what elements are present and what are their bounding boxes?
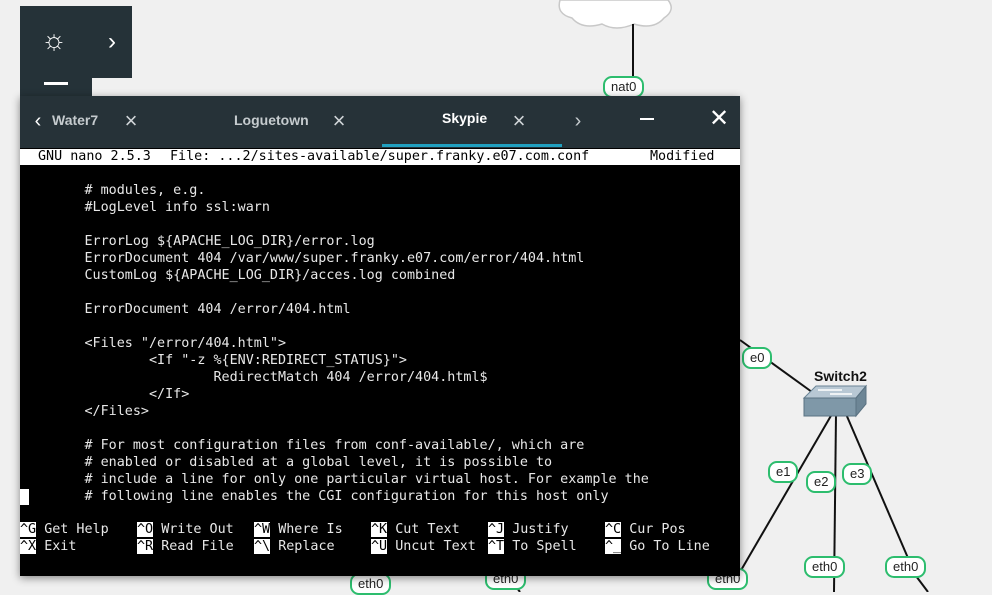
editor-line: </Files>	[20, 404, 149, 419]
editor-line: CustomLog ${APACHE_LOG_DIR}/acces.log co…	[20, 268, 456, 283]
port-label-nat0[interactable]: nat0	[603, 76, 645, 98]
link-e1	[739, 413, 833, 573]
shortcut-to-spell[interactable]: ^T To Spell	[488, 538, 577, 555]
port-label-e1[interactable]: e1	[768, 461, 799, 483]
shortcut-justify[interactable]: ^J Justify	[488, 521, 569, 538]
terminal-window[interactable]: ‹ Water7 × Loguetown × Skypie × › ✕ GNU …	[20, 96, 740, 576]
chameleon-logo-icon[interactable]: ☼	[40, 22, 68, 58]
menu-bar-icon[interactable]	[44, 82, 68, 85]
tab-close-icon[interactable]: ×	[328, 108, 350, 134]
shortcut-read-file[interactable]: ^R Read File	[137, 538, 234, 555]
tab-label: Loguetown	[234, 112, 309, 128]
tab-label: Skypie	[442, 110, 488, 126]
switch-icon[interactable]	[802, 384, 868, 418]
toolbar-dock: ☼ ›	[20, 6, 132, 78]
port-label-eth0-a[interactable]: eth0	[804, 556, 846, 578]
port-label-e0[interactable]: e0	[742, 347, 773, 369]
chevron-right-icon[interactable]: ›	[100, 24, 124, 60]
active-tab-indicator	[382, 144, 562, 147]
link-e3	[845, 413, 909, 559]
tab-label: Water7	[52, 112, 99, 128]
port-label-eth0-b[interactable]: eth0	[885, 556, 927, 578]
switch-name-label: Switch2	[814, 368, 867, 384]
nano-modified-status: Modified	[650, 149, 715, 164]
cloud-node-icon[interactable]	[558, 0, 672, 29]
editor-line: ErrorDocument 404 /var/www/super.franky.…	[20, 251, 585, 266]
tab-skypie[interactable]: Skypie ×	[382, 96, 562, 148]
shortcut-row-2: ^X Exit ^R Read File ^\ Replace ^U Uncut…	[20, 538, 740, 555]
editor-line: # include a line for only one particular…	[20, 472, 649, 487]
editor-line: <Files "/error/404.html">	[20, 336, 287, 351]
editor-line: RedirectMatch 404 /error/404.html$	[20, 370, 488, 385]
editor-line: #LogLevel info ssl:warn	[20, 200, 270, 215]
shortcut-where-is[interactable]: ^W Where Is	[254, 521, 343, 538]
editor-line: # For most configuration files from conf…	[20, 438, 585, 453]
shortcut-cur-pos[interactable]: ^C Cur Pos	[605, 521, 686, 538]
editor-line: ErrorLog ${APACHE_LOG_DIR}/error.log	[20, 234, 375, 249]
editor-buffer[interactable]: # modules, e.g. #LogLevel info ssl:warn …	[20, 182, 740, 505]
terminal-tab-bar: ‹ Water7 × Loguetown × Skypie × › ✕	[20, 96, 740, 148]
tab-water7[interactable]: Water7 ×	[48, 96, 198, 148]
editor-line: # following line enables the CGI configu…	[20, 489, 609, 504]
shortcut-exit[interactable]: ^X Exit	[20, 538, 76, 555]
close-window-icon[interactable]: ✕	[704, 104, 734, 134]
editor-line: ErrorDocument 404 /error/404.html	[20, 302, 351, 317]
nano-title-bar: GNU nano 2.5.3 File: ...2/sites-availabl…	[20, 149, 740, 165]
link-eth0-right	[915, 575, 929, 592]
editor-line: </If>	[20, 387, 190, 402]
shortcut-write-out[interactable]: ^O Write Out	[137, 521, 234, 538]
minimize-icon[interactable]	[632, 104, 662, 134]
nano-filename: File: ...2/sites-available/super.franky.…	[170, 149, 590, 164]
shortcut-uncut-text[interactable]: ^U Uncut Text	[371, 538, 476, 555]
editor-line: # modules, e.g.	[20, 183, 206, 198]
shortcut-get-help[interactable]: ^G Get Help	[20, 521, 109, 538]
tab-scroll-right-button[interactable]: ›	[564, 96, 592, 148]
text-cursor	[20, 489, 29, 505]
tab-close-icon[interactable]: ×	[120, 108, 142, 134]
editor-line: # enabled or disabled at a global level,…	[20, 455, 553, 470]
tab-loguetown[interactable]: Loguetown ×	[220, 96, 380, 148]
toolbar-dock-lower	[20, 78, 92, 98]
shortcut-replace[interactable]: ^\ Replace	[254, 538, 335, 555]
shortcut-go-to-line[interactable]: ^_ Go To Line	[605, 538, 710, 555]
tab-close-icon[interactable]: ×	[508, 108, 530, 134]
nano-version: GNU nano 2.5.3	[38, 149, 151, 164]
port-label-e3[interactable]: e3	[842, 463, 873, 485]
editor-line: <If "-z %{ENV:REDIRECT_STATUS}">	[20, 353, 407, 368]
port-label-e2[interactable]: e2	[806, 471, 837, 493]
shortcut-cut-text[interactable]: ^K Cut Text	[371, 521, 460, 538]
shortcut-row-1: ^G Get Help ^O Write Out ^W Where Is ^K …	[20, 521, 740, 538]
nano-editor[interactable]: GNU nano 2.5.3 File: ...2/sites-availabl…	[20, 148, 740, 576]
